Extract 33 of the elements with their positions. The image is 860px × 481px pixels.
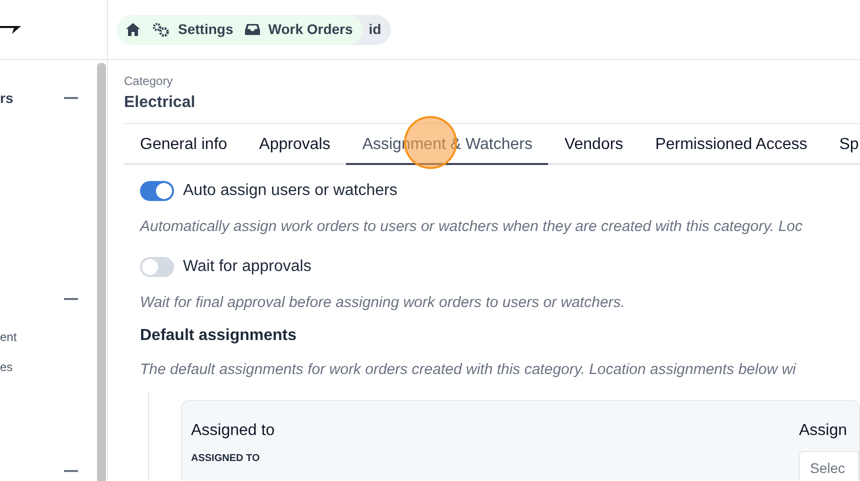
toggle-switch[interactable] <box>140 256 174 276</box>
home-link[interactable] <box>117 14 144 44</box>
logo-icon <box>0 24 22 34</box>
inbox-icon <box>245 23 260 36</box>
sidebar-item[interactable]: rs <box>0 88 14 109</box>
sidebar-item[interactable]: es <box>0 358 13 376</box>
setting-description: Automatically assign work orders to users or watchers when they are created with this category. Loc <box>140 217 804 237</box>
scrollbar[interactable] <box>97 63 106 481</box>
section-title: Default assignments <box>140 326 298 346</box>
tab[interactable]: Vendors <box>548 133 640 165</box>
breadcrumb-link[interactable]: Settings <box>144 14 238 44</box>
breadcrumb-label: Work Orders <box>268 20 353 39</box>
toggle-label: Wait for approvals <box>183 256 312 276</box>
breadcrumb-link[interactable]: Work Orders <box>237 14 363 44</box>
toggle-switch[interactable] <box>140 181 174 201</box>
section-description: The default assignments for work orders created with this category. Location assignments below wi <box>140 360 798 380</box>
field-label: ASSIGNED TO <box>191 452 261 466</box>
gears-icon <box>152 22 170 36</box>
category-label: Category <box>124 73 174 90</box>
tab[interactable]: Approvals <box>243 133 346 165</box>
select-field[interactable]: Selec <box>799 450 859 480</box>
setting-description: Wait for final approval before assigning work orders to users or watchers. <box>140 292 626 312</box>
breadcrumb-label: Settings <box>178 20 234 39</box>
sidebar-item[interactable]: ent <box>0 328 17 346</box>
card-title: Assigned to <box>191 420 275 440</box>
tab[interactable]: Permissioned Access <box>639 133 824 165</box>
card-title: Assign <box>799 420 848 440</box>
breadcrumb-link[interactable]: id <box>362 14 392 44</box>
toggle-label: Auto assign users or watchers <box>183 181 398 201</box>
tab[interactable]: General info <box>124 133 244 165</box>
category-name: Electrical <box>124 93 196 113</box>
tab[interactable]: Sp <box>823 133 860 165</box>
home-icon <box>126 23 140 36</box>
